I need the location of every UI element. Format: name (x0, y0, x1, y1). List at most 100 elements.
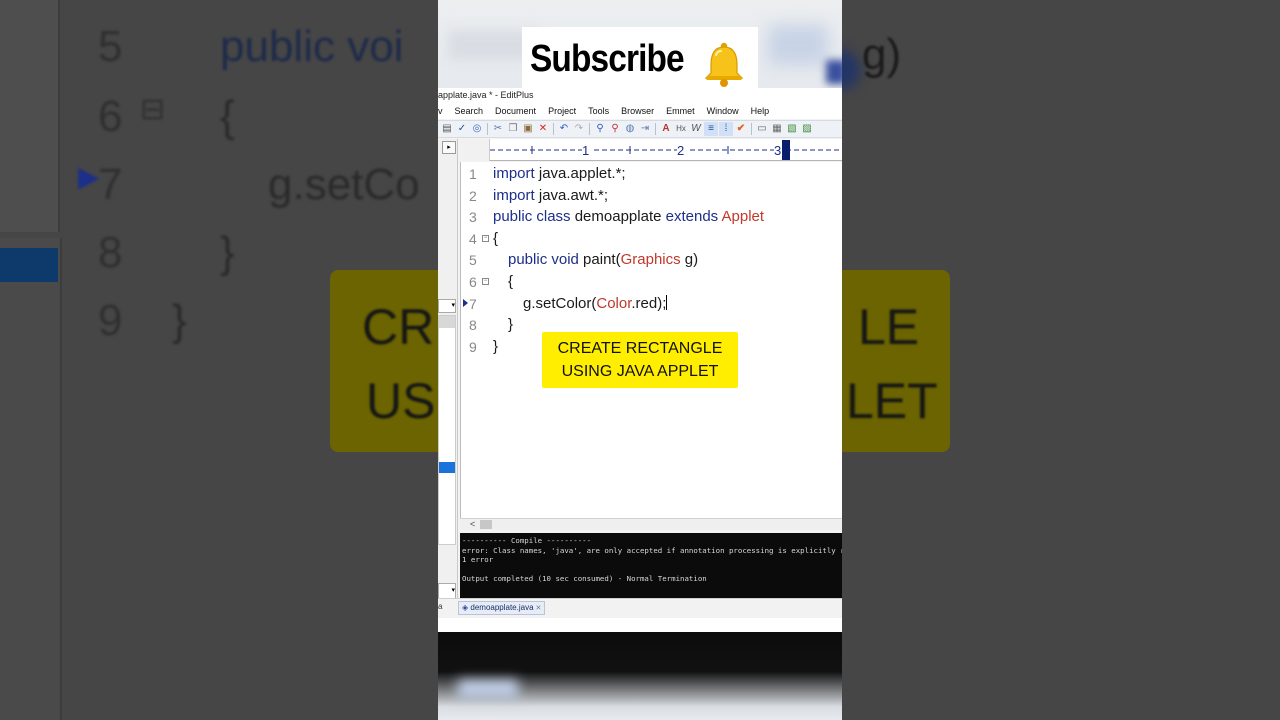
undo-icon[interactable]: ↶ (557, 122, 571, 136)
code-keyword: import (493, 187, 535, 204)
menu-item-search[interactable]: Search (449, 106, 490, 116)
bg-caption-text: CR (362, 299, 435, 355)
filter-combo[interactable]: ▾ (438, 583, 456, 599)
bg-code-line: } (172, 296, 187, 345)
copy-icon[interactable]: ❐ (506, 122, 520, 136)
line-number: 1 (469, 166, 477, 182)
code-keyword: extends (665, 208, 719, 225)
code-text: } (508, 316, 514, 333)
fold-icon[interactable]: − (482, 278, 489, 285)
menu-item-tools[interactable]: Tools (582, 106, 615, 116)
tab-demoapplate[interactable]: ◈ demoapplate.java ✕ (458, 601, 546, 615)
document-tab-bar: a ◈ demoapplate.java ✕ (438, 598, 842, 618)
bg-line-number: 7 (98, 160, 123, 209)
wordwrap-icon[interactable]: W (689, 122, 703, 136)
blur-blob (458, 680, 518, 698)
output-line: ---------- Compile ---------- (462, 536, 592, 545)
cut-icon[interactable]: ✂ (491, 122, 505, 136)
menu-item-emmet[interactable]: Emmet (660, 106, 701, 116)
menu-item-window[interactable]: Window (701, 106, 745, 116)
hex-icon[interactable]: Hx (674, 122, 688, 136)
tab-partial[interactable]: a (438, 602, 442, 611)
line-number: 9 (469, 339, 477, 355)
code-text: .red); (631, 295, 667, 312)
tab-close-icon[interactable]: ✕ (536, 605, 542, 612)
bottom-strip (438, 618, 842, 632)
drive-combo[interactable]: ▾ (438, 299, 456, 313)
horizontal-scrollbar[interactable]: < (460, 518, 842, 530)
code-keyword: public class (493, 208, 571, 225)
code-line-4: { (493, 230, 498, 247)
code-line-7: g.setColor(Color.red); (523, 295, 668, 312)
code-line-3: public class demoapplate extends Applet (493, 208, 764, 225)
fold-icon[interactable]: − (482, 235, 489, 242)
blur-blob (826, 60, 842, 84)
spellcheck-icon[interactable]: ✓ (455, 122, 469, 136)
code-keyword: import (493, 165, 535, 182)
tile-icon[interactable]: ▦ (770, 122, 784, 136)
toolbar-separator (589, 123, 590, 135)
line-number: 6 (469, 274, 477, 290)
window-icon[interactable]: ▭ (755, 122, 769, 136)
code-text: g.setColor( (523, 295, 597, 312)
panel-expand-button[interactable]: ▸ (442, 141, 456, 154)
bg-code-line: g.setCo (268, 160, 420, 209)
line-number: 7 (469, 296, 477, 312)
video-caption: CREATE RECTANGLE USING JAVA APPLET (542, 332, 738, 388)
bg-code-line: { (220, 92, 235, 141)
ruler-toggle-icon[interactable]: ≡ (704, 122, 718, 136)
line-number: 3 (469, 209, 477, 225)
list-item[interactable] (439, 316, 455, 328)
code-line-5: public void paint(Graphics g) (508, 251, 698, 268)
bg-code-line: public voi (220, 22, 404, 71)
check-icon[interactable]: ✔ (734, 122, 748, 136)
redo-icon[interactable]: ↷ (572, 122, 586, 136)
bg-line-number: 8 (98, 228, 123, 277)
browser-icon[interactable]: ▨ (800, 122, 814, 136)
ruler-mark: 3 (774, 143, 781, 158)
paste-icon[interactable]: ▣ (521, 122, 535, 136)
menu-item-project[interactable]: Project (542, 106, 582, 116)
preview-icon[interactable]: ◎ (470, 122, 484, 136)
code-text: g) (680, 251, 699, 268)
code-line-2: import java.awt.*; (493, 187, 608, 204)
scroll-thumb[interactable] (480, 520, 492, 529)
line-number: 2 (469, 188, 477, 204)
menu-item-browser[interactable]: Browser (615, 106, 660, 116)
subscribe-badge[interactable]: Subscribe (522, 27, 758, 91)
delete-icon[interactable]: ✕ (536, 122, 550, 136)
file-list[interactable] (438, 315, 456, 545)
blur-blob (768, 25, 828, 65)
bg-gutter-lower (0, 238, 62, 720)
bg-fold-icon: ⊟ (140, 93, 166, 126)
toolbar: ▤ ✓ ◎ ✂ ❐ ▣ ✕ ↶ ↷ ⚲ ⚲ ◍ ⇥ A Hx W ≡ ⁞ ✔ ▭… (438, 120, 842, 138)
ruler-gutter (460, 139, 490, 161)
code-line-9: } (493, 338, 498, 355)
bg-line-number: 9 (98, 296, 123, 345)
toolbar-separator (487, 123, 488, 135)
scroll-left-icon[interactable]: < (470, 519, 475, 530)
menu-item-help[interactable]: Help (745, 106, 776, 116)
code-text: java.applet.*; (534, 165, 626, 182)
find-icon[interactable]: ⚲ (593, 122, 607, 136)
bg-caption-text: US (366, 373, 436, 429)
ruler-scale: 1 2 3 (490, 140, 842, 160)
output-line: Output completed (10 sec consumed) - Nor… (462, 574, 707, 584)
cascade-icon[interactable]: ▧ (785, 122, 799, 136)
replace-icon[interactable]: ⚲ (608, 122, 622, 136)
output-window: ---------- Compile ---------- error: Clas… (460, 533, 842, 598)
print-icon[interactable]: ▤ (440, 122, 454, 136)
goto-icon[interactable]: ⇥ (638, 122, 652, 136)
toolbar-separator (655, 123, 656, 135)
menu-item-document[interactable]: Document (489, 106, 542, 116)
code-text: java.awt.*; (534, 187, 609, 204)
list-item-selected[interactable] (439, 462, 455, 473)
ruler: 1 2 3 (460, 139, 842, 161)
menu-item-view[interactable]: v (438, 106, 449, 116)
linenumbers-icon[interactable]: ⁞ (719, 122, 733, 136)
code-class: Applet (718, 208, 765, 225)
bottom-blur (438, 632, 842, 720)
line-number: 5 (469, 252, 477, 268)
find-in-files-icon[interactable]: ◍ (623, 122, 637, 136)
font-icon[interactable]: A (659, 122, 673, 136)
